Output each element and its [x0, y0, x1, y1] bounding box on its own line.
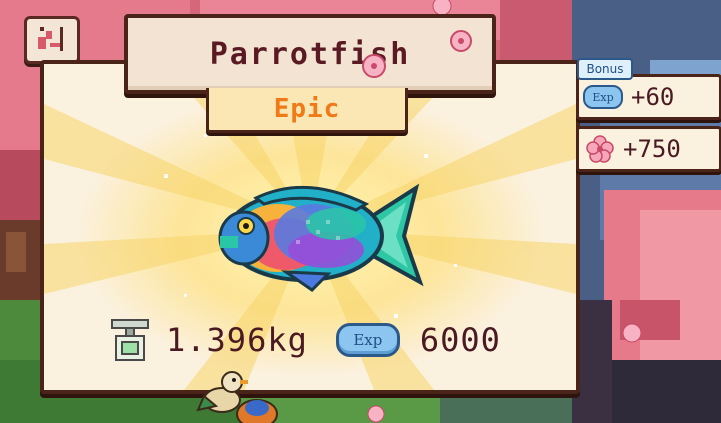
exp-badge-small: Exp — [583, 85, 623, 109]
exp-badge-small-label: Exp — [592, 90, 614, 104]
scale-icon — [111, 319, 149, 361]
rarity-label: Epic — [273, 94, 341, 124]
sakura-petal-decoration — [450, 30, 472, 52]
parrotfish-sprite — [218, 183, 424, 292]
sakura-petal-decoration — [362, 54, 386, 78]
rarity-plate: Epic — [206, 88, 408, 133]
bonus-exp-row: Exp +60 — [576, 74, 721, 120]
bonus-exp-amount: +60 — [631, 83, 675, 111]
sakura-petal-icon — [586, 135, 614, 163]
bonus-petal-row: +750 — [576, 126, 721, 172]
fish-weight: 1.396kg — [166, 321, 308, 359]
fish-name-plate: Parrotfish — [124, 14, 496, 94]
bonus-tag-label: Bonus — [586, 62, 624, 76]
exp-badge-label: Exp — [353, 331, 383, 349]
bonus-tag: Bonus — [577, 58, 633, 80]
bonus-petal-amount: +750 — [623, 135, 681, 163]
exp-badge: Exp — [335, 323, 400, 357]
fishing-rod-character-icon — [38, 27, 63, 51]
catch-stats: 1.396kg Exp 6000 — [108, 316, 501, 364]
corner-character-button[interactable] — [24, 16, 80, 64]
bird-sprite — [236, 399, 278, 423]
exp-value: 6000 — [419, 321, 501, 359]
